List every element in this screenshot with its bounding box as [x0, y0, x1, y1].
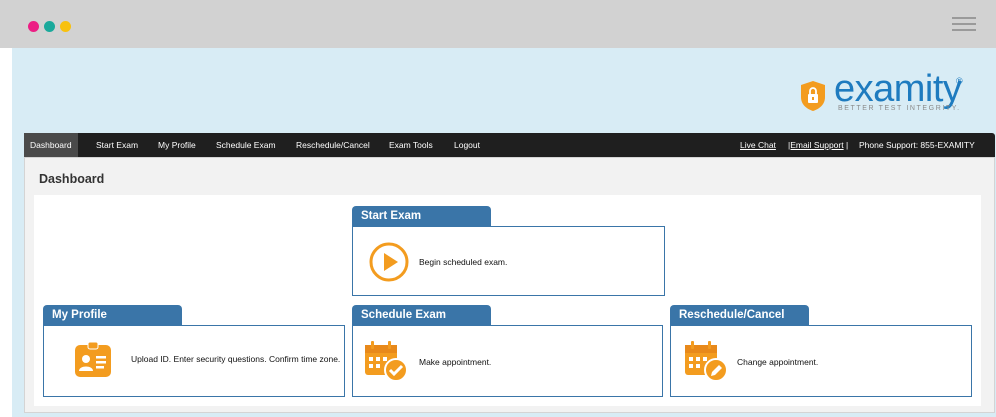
- id-card-icon[interactable]: [70, 339, 116, 383]
- start-exam-card-header[interactable]: Start Exam: [352, 206, 491, 227]
- reschedule-cancel-card[interactable]: Change appointment.: [670, 325, 972, 397]
- window-minimize-button[interactable]: [44, 21, 55, 32]
- window-close-button[interactable]: [28, 21, 39, 32]
- calendar-edit-icon[interactable]: [683, 339, 729, 383]
- nav-item-my-profile[interactable]: My Profile: [152, 133, 202, 157]
- email-support-link[interactable]: |Email Support: [788, 133, 844, 157]
- browser-titlebar: [0, 0, 996, 48]
- calendar-check-icon[interactable]: [363, 339, 409, 383]
- page-title: Dashboard: [39, 172, 105, 186]
- start-exam-card[interactable]: Begin scheduled exam.: [352, 226, 665, 296]
- nav-item-exam-tools[interactable]: Exam Tools: [383, 133, 439, 157]
- nav-item-dashboard[interactable]: Dashboard: [24, 133, 78, 157]
- my-profile-description: Upload ID. Enter security questions. Con…: [131, 354, 341, 364]
- examity-logo[interactable]: examity ® BETTER TEST INTEGRITY.: [800, 68, 970, 124]
- my-profile-card-header[interactable]: My Profile: [43, 305, 182, 326]
- main-nav-bar: Dashboard Start Exam My Profile Schedule…: [24, 133, 995, 157]
- nav-item-logout[interactable]: Logout: [448, 133, 486, 157]
- logo-registered-mark: ®: [956, 76, 963, 86]
- logo-tagline: BETTER TEST INTEGRITY.: [838, 105, 961, 112]
- reschedule-cancel-description: Change appointment.: [737, 357, 819, 367]
- nav-item-start-exam[interactable]: Start Exam: [90, 133, 144, 157]
- hamburger-menu-icon[interactable]: [952, 17, 976, 33]
- phone-support-text: Phone Support: 855-EXAMITY: [859, 140, 975, 150]
- nav-item-reschedule-cancel[interactable]: Reschedule/Cancel: [290, 133, 376, 157]
- schedule-exam-card[interactable]: Make appointment.: [352, 325, 663, 397]
- live-chat-link[interactable]: Live Chat: [740, 133, 776, 157]
- lock-shield-icon: [801, 81, 825, 111]
- page-left-margin: [0, 48, 12, 417]
- schedule-exam-description: Make appointment.: [419, 357, 492, 367]
- play-icon[interactable]: [367, 240, 411, 284]
- start-exam-description: Begin scheduled exam.: [419, 257, 508, 267]
- schedule-exam-card-header[interactable]: Schedule Exam: [352, 305, 491, 326]
- nav-item-schedule-exam[interactable]: Schedule Exam: [210, 133, 282, 157]
- reschedule-cancel-card-header[interactable]: Reschedule/Cancel: [670, 305, 809, 326]
- window-maximize-button[interactable]: [60, 21, 71, 32]
- my-profile-card[interactable]: Upload ID. Enter security questions. Con…: [43, 325, 345, 397]
- nav-separator: |: [846, 140, 849, 150]
